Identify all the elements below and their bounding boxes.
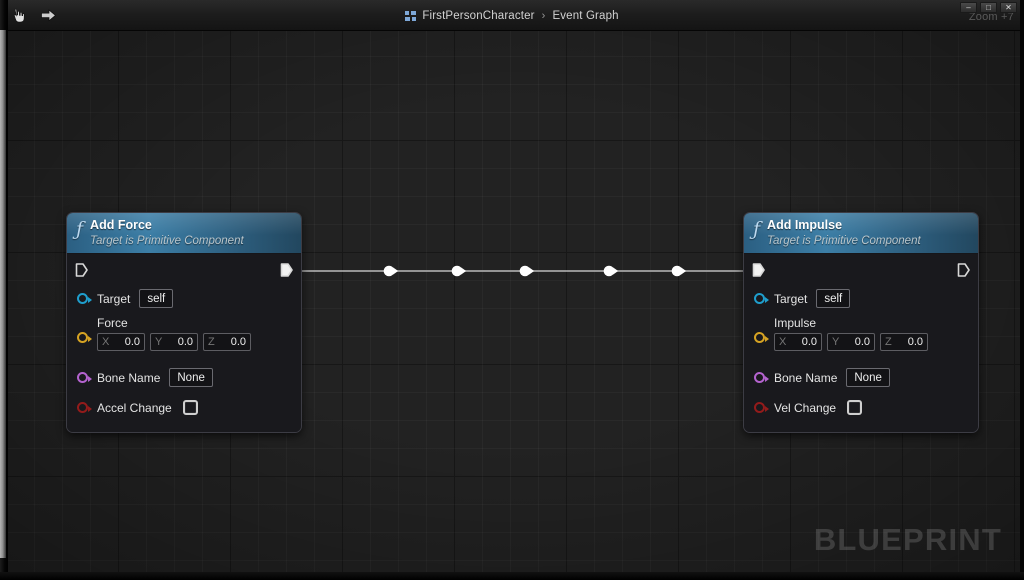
row-label: Bone Name — [97, 370, 161, 385]
row-label: Accel Change — [97, 400, 172, 415]
exec-in-pin[interactable] — [75, 263, 88, 277]
axis-value: 0.0 — [801, 336, 817, 348]
node-add-force[interactable]: ƒ Add Force Target is Primitive Component T… — [66, 212, 302, 433]
wire-flow-dot — [671, 265, 687, 277]
row-label: Force — [97, 316, 128, 330]
axis-value: 0.0 — [854, 336, 870, 348]
exec-in-pin[interactable] — [752, 263, 765, 277]
vector-field-z[interactable]: Z 0.0 — [880, 333, 928, 351]
row-label: Impulse — [774, 316, 817, 330]
checkbox-accel-change[interactable] — [182, 400, 198, 415]
wire-flow-dot — [519, 265, 535, 277]
row-bone-name: Bone Name None — [67, 365, 301, 390]
row-target: Target self — [67, 286, 301, 311]
vector-fields: X 0.0 Y 0.0 Z 0.0 — [774, 333, 928, 351]
row-force: Force X 0.0 Y 0.0 Z 0.0 — [67, 316, 301, 360]
axis-label: Z — [208, 336, 215, 348]
blueprint-watermark: BLUEPRINT — [813, 522, 1002, 557]
row-label: Vel Change — [774, 400, 837, 415]
dropdown-value: None — [177, 371, 205, 384]
exec-row — [67, 254, 301, 284]
node-body: Target self Impulse X 0.0 Y 0.0 Z 0.0 Bone Name No… — [744, 254, 978, 432]
dropdown-value: self — [147, 292, 166, 305]
row-label: Target — [774, 291, 808, 306]
axis-value: 0.0 — [177, 336, 193, 348]
vector-field-x[interactable]: X 0.0 — [97, 333, 145, 351]
pin-accel-change[interactable] — [77, 402, 92, 413]
function-icon: ƒ — [753, 218, 761, 240]
vector-field-z[interactable]: Z 0.0 — [203, 333, 251, 351]
window-frame-right — [1020, 0, 1024, 580]
vector-field-y[interactable]: Y 0.0 — [827, 333, 875, 351]
node-title: Add Impulse — [767, 218, 843, 232]
breadcrumb-graph-name[interactable]: Event Graph — [552, 10, 618, 22]
minimize-button[interactable]: – — [960, 2, 977, 13]
dropdown-bone-name[interactable]: None — [846, 368, 890, 387]
axis-label: X — [102, 336, 110, 348]
axis-value: 0.0 — [124, 336, 140, 348]
exec-out-triangle-icon[interactable] — [957, 263, 970, 277]
pin-target[interactable] — [754, 293, 769, 304]
function-icon: ƒ — [76, 218, 84, 240]
window-frame-bottom — [0, 572, 1024, 580]
row-impulse: Impulse X 0.0 Y 0.0 Z 0.0 — [744, 316, 978, 360]
row-target: Target self — [744, 286, 978, 311]
window-frame-left-highlight — [0, 30, 6, 558]
pin-vel-change[interactable] — [754, 402, 769, 413]
pin-force[interactable] — [77, 332, 92, 343]
close-button[interactable]: ✕ — [1000, 2, 1017, 13]
node-header[interactable]: ƒ Add Force Target is Primitive Component — [67, 213, 301, 254]
wire-flow-dot — [451, 265, 467, 277]
axis-label: Z — [885, 336, 892, 348]
maximize-button[interactable]: □ — [980, 2, 997, 13]
axis-label: X — [779, 336, 787, 348]
title-bar: FirstPersonCharacter › Event Graph – □ ✕… — [0, 0, 1024, 31]
wire-flow-dot — [603, 265, 619, 277]
pin-bone-name[interactable] — [77, 372, 92, 383]
row-bone-name: Bone Name None — [744, 365, 978, 390]
row-label: Target — [97, 291, 131, 306]
breadcrumb-blueprint-name[interactable]: FirstPersonCharacter — [422, 10, 534, 22]
dropdown-value: None — [854, 371, 882, 384]
exec-out-pin[interactable] — [280, 263, 293, 277]
exec-in-triangle-icon[interactable] — [75, 263, 88, 277]
vector-field-x[interactable]: X 0.0 — [774, 333, 822, 351]
axis-label: Y — [832, 336, 840, 348]
axis-value: 0.0 — [230, 336, 246, 348]
dropdown-bone-name[interactable]: None — [169, 368, 213, 387]
wire-flow-dot — [383, 265, 399, 277]
breadcrumb: FirstPersonCharacter › Event Graph — [0, 0, 1024, 31]
pin-impulse[interactable] — [754, 332, 769, 343]
checkbox-vel-change[interactable] — [847, 400, 863, 415]
event-graph-canvas[interactable]: ƒ Add Force Target is Primitive Component T… — [8, 31, 1020, 572]
vector-field-y[interactable]: Y 0.0 — [150, 333, 198, 351]
blueprint-grid-icon — [405, 11, 417, 22]
pin-target[interactable] — [77, 293, 92, 304]
axis-value: 0.0 — [907, 336, 923, 348]
row-vel-change: Vel Change — [744, 395, 978, 420]
dropdown-value: self — [824, 292, 843, 305]
pin-bone-name[interactable] — [754, 372, 769, 383]
dropdown-target[interactable]: self — [139, 289, 174, 308]
dropdown-target[interactable]: self — [816, 289, 851, 308]
row-accel-change: Accel Change — [67, 395, 301, 420]
window-controls: – □ ✕ — [960, 2, 1017, 13]
blueprint-editor-window: FirstPersonCharacter › Event Graph – □ ✕… — [0, 0, 1024, 580]
exec-out-triangle-icon[interactable] — [280, 263, 293, 277]
node-header[interactable]: ƒ Add Impulse Target is Primitive Componen… — [744, 213, 978, 254]
exec-in-triangle-icon[interactable] — [752, 263, 765, 277]
node-subtitle: Target is Primitive Component — [90, 235, 244, 247]
vector-fields: X 0.0 Y 0.0 Z 0.0 — [97, 333, 251, 351]
node-add-impulse[interactable]: ƒ Add Impulse Target is Primitive Componen… — [743, 212, 979, 433]
exec-row — [744, 254, 978, 284]
breadcrumb-separator-icon: › — [541, 9, 546, 22]
exec-out-pin[interactable] — [957, 263, 970, 277]
axis-label: Y — [155, 336, 163, 348]
row-label: Bone Name — [774, 370, 838, 385]
node-body: Target self Force X 0.0 Y 0.0 Z 0.0 Bone Name None… — [67, 254, 301, 432]
node-subtitle: Target is Primitive Component — [767, 235, 921, 247]
node-title: Add Force — [90, 218, 152, 232]
